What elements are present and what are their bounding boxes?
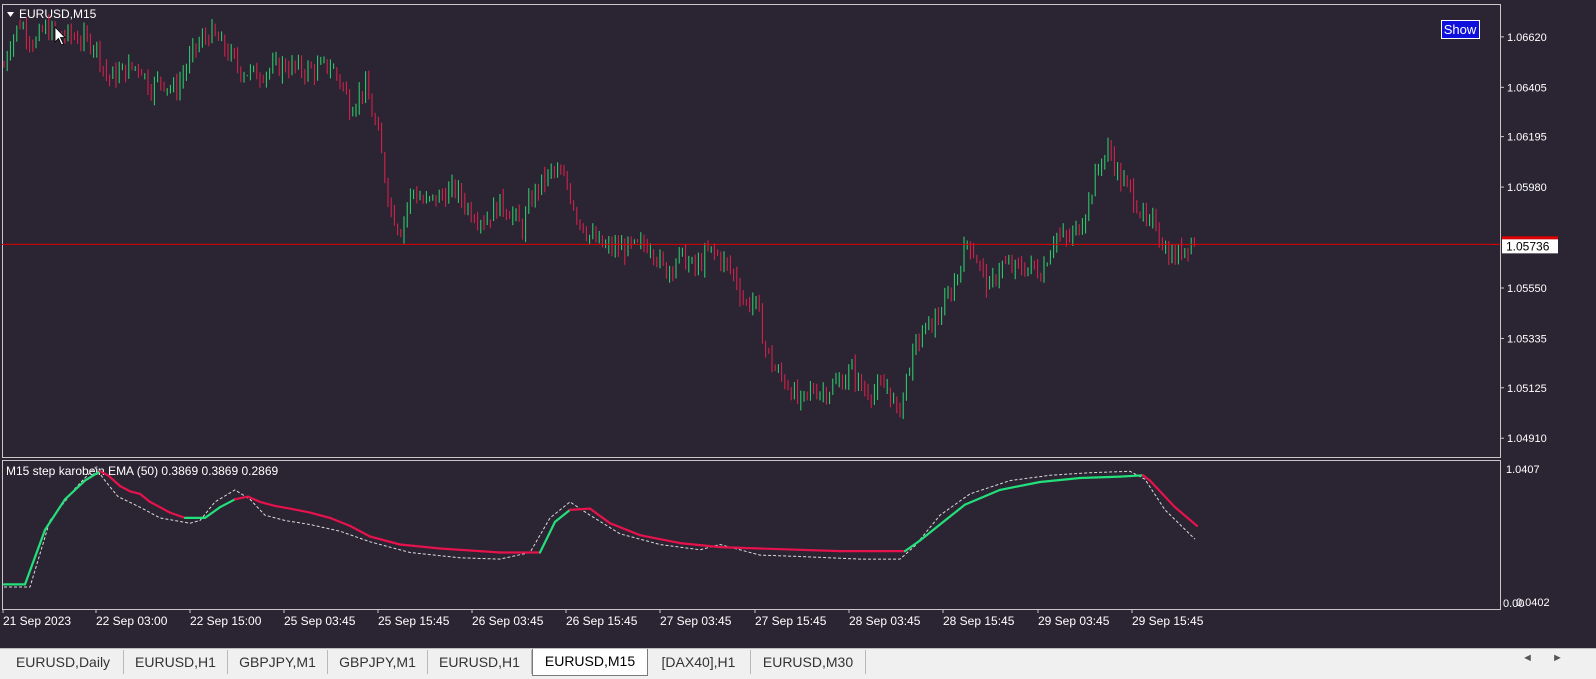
time-tick-label: 21 Sep 2023 <box>3 614 71 628</box>
ema-segment <box>478 549 502 554</box>
ema-segment <box>273 504 292 510</box>
tab-eurusd-m15[interactable]: EURUSD,M15 <box>532 649 648 676</box>
ema-segment <box>203 506 222 520</box>
ema-segment <box>638 534 682 545</box>
ema-segment <box>233 495 250 501</box>
chart-window: EURUSD,M15 Show 1.06620 1.06405 1.06195 1.0… <box>0 0 1596 679</box>
candlesticks <box>3 14 1195 419</box>
collapse-triangle-icon[interactable] <box>7 12 14 17</box>
indicator-tick-zero: 0.00 <box>1503 598 1524 610</box>
mouse-cursor-icon <box>54 26 66 46</box>
ema-segment <box>918 519 947 542</box>
chart-title: EURUSD,M15 <box>19 7 97 21</box>
price-tick-label: 1.05125 <box>1507 383 1547 395</box>
time-tick-label: 29 Sep 03:45 <box>1038 614 1110 628</box>
ema-segment <box>1141 474 1152 482</box>
tab-eurusd-h1[interactable]: EURUSD,H1 <box>428 650 532 674</box>
time-axis: 21 Sep 2023 22 Sep 03:00 22 Sep 15:00 25 Se… <box>2 609 1204 628</box>
indicator-pane-border <box>2 460 1501 610</box>
ema-segment <box>588 507 612 525</box>
ema-segment <box>1173 506 1199 528</box>
ema-segment <box>678 541 722 549</box>
ema-segment <box>1118 474 1145 478</box>
ema-segment <box>998 480 1042 491</box>
ema-segment <box>798 548 842 553</box>
indicator-ema-line <box>2 470 1199 586</box>
time-tick-label: 22 Sep 15:00 <box>190 614 262 628</box>
main-pane-border <box>2 4 1501 458</box>
ema-segment <box>963 488 1002 506</box>
ema-segment <box>568 507 592 511</box>
tab-dax40-h1[interactable]: [DAX40],H1 <box>647 650 751 674</box>
ema-segment <box>718 545 762 550</box>
time-tick-label: 29 Sep 15:45 <box>1132 614 1204 628</box>
indicator-band-line <box>4 466 1196 588</box>
ema-segment <box>1148 479 1177 509</box>
time-tick-label: 28 Sep 03:45 <box>849 614 921 628</box>
tab-eurusd-h1[interactable]: EURUSD,H1 <box>124 650 228 674</box>
show-button[interactable]: Show <box>1441 20 1480 39</box>
tab-eurusd-m30[interactable]: EURUSD,M30 <box>751 650 866 674</box>
price-tick-label: 1.06195 <box>1507 132 1547 144</box>
ema-segment <box>1078 475 1122 480</box>
time-tick-label: 25 Sep 15:45 <box>378 614 450 628</box>
ema-segment <box>23 528 47 586</box>
ema-segment <box>758 547 802 551</box>
ema-segment <box>258 500 277 507</box>
ema-segment <box>128 490 142 495</box>
ema-segment <box>438 547 482 553</box>
ema-segment <box>608 522 642 537</box>
price-tick-label: 1.05550 <box>1507 283 1547 295</box>
tabs-scroll-left-icon[interactable]: ◄ <box>1522 652 1533 664</box>
tab-gbpjpy-m1[interactable]: GBPJPY,M1 <box>228 650 328 674</box>
tab-eurusd-daily[interactable]: EURUSD,Daily <box>3 650 124 674</box>
ema-segment <box>63 479 87 501</box>
ema-segment <box>943 503 967 522</box>
tabs-scroll-right-icon[interactable]: ► <box>1552 652 1563 664</box>
chart-tabs-bar: EURUSD,Daily EURUSD,H1 GBPJPY,M1 GBPJPY,M1 E… <box>0 648 1596 679</box>
ema-segment <box>348 524 372 538</box>
ema-segment <box>148 500 162 509</box>
current-price-label: 1.05736 <box>1506 239 1550 253</box>
chart-canvas[interactable]: EURUSD,M15 Show 1.06620 1.06405 1.06195 1.0… <box>0 0 1596 648</box>
price-tick-label: 1.04910 <box>1507 433 1547 445</box>
tab-gbpjpy-m1[interactable]: GBPJPY,M1 <box>328 650 428 674</box>
indicator-axis: 1.04070.04020.00 <box>1503 464 1550 610</box>
time-tick-label: 28 Sep 15:45 <box>943 614 1015 628</box>
ema-segment <box>538 520 557 554</box>
indicator-tick-top: 1.0407 <box>1506 464 1540 476</box>
ema-segment <box>158 506 172 514</box>
time-tick-label: 27 Sep 15:45 <box>755 614 827 628</box>
price-tick-label: 1.05980 <box>1507 182 1547 194</box>
price-tick-label: 1.06620 <box>1507 32 1547 44</box>
current-price-tag: 1.05736 <box>1502 236 1558 254</box>
ema-segment <box>398 543 442 550</box>
ema-segment <box>138 492 152 503</box>
ema-segment <box>328 516 352 528</box>
time-tick-label: 26 Sep 03:45 <box>472 614 544 628</box>
ema-segment <box>218 498 237 509</box>
ema-segment <box>903 539 922 553</box>
indicator-title: M15 step karobein EMA (50) 0.3869 0.3869… <box>6 464 279 478</box>
price-tick-label: 1.06405 <box>1507 82 1547 94</box>
ema-segment <box>288 507 312 514</box>
ema-segment <box>1038 476 1082 484</box>
ema-segment <box>168 511 187 520</box>
ema-segment <box>43 498 67 532</box>
time-tick-label: 26 Sep 15:45 <box>566 614 638 628</box>
time-tick-label: 27 Sep 03:45 <box>660 614 732 628</box>
time-tick-label: 22 Sep 03:00 <box>96 614 168 628</box>
show-button-label: Show <box>1444 22 1477 37</box>
ema-segment <box>118 484 132 493</box>
ema-segment <box>308 511 332 520</box>
price-tick-label: 1.05335 <box>1507 333 1547 345</box>
time-tick-label: 25 Sep 03:45 <box>284 614 356 628</box>
